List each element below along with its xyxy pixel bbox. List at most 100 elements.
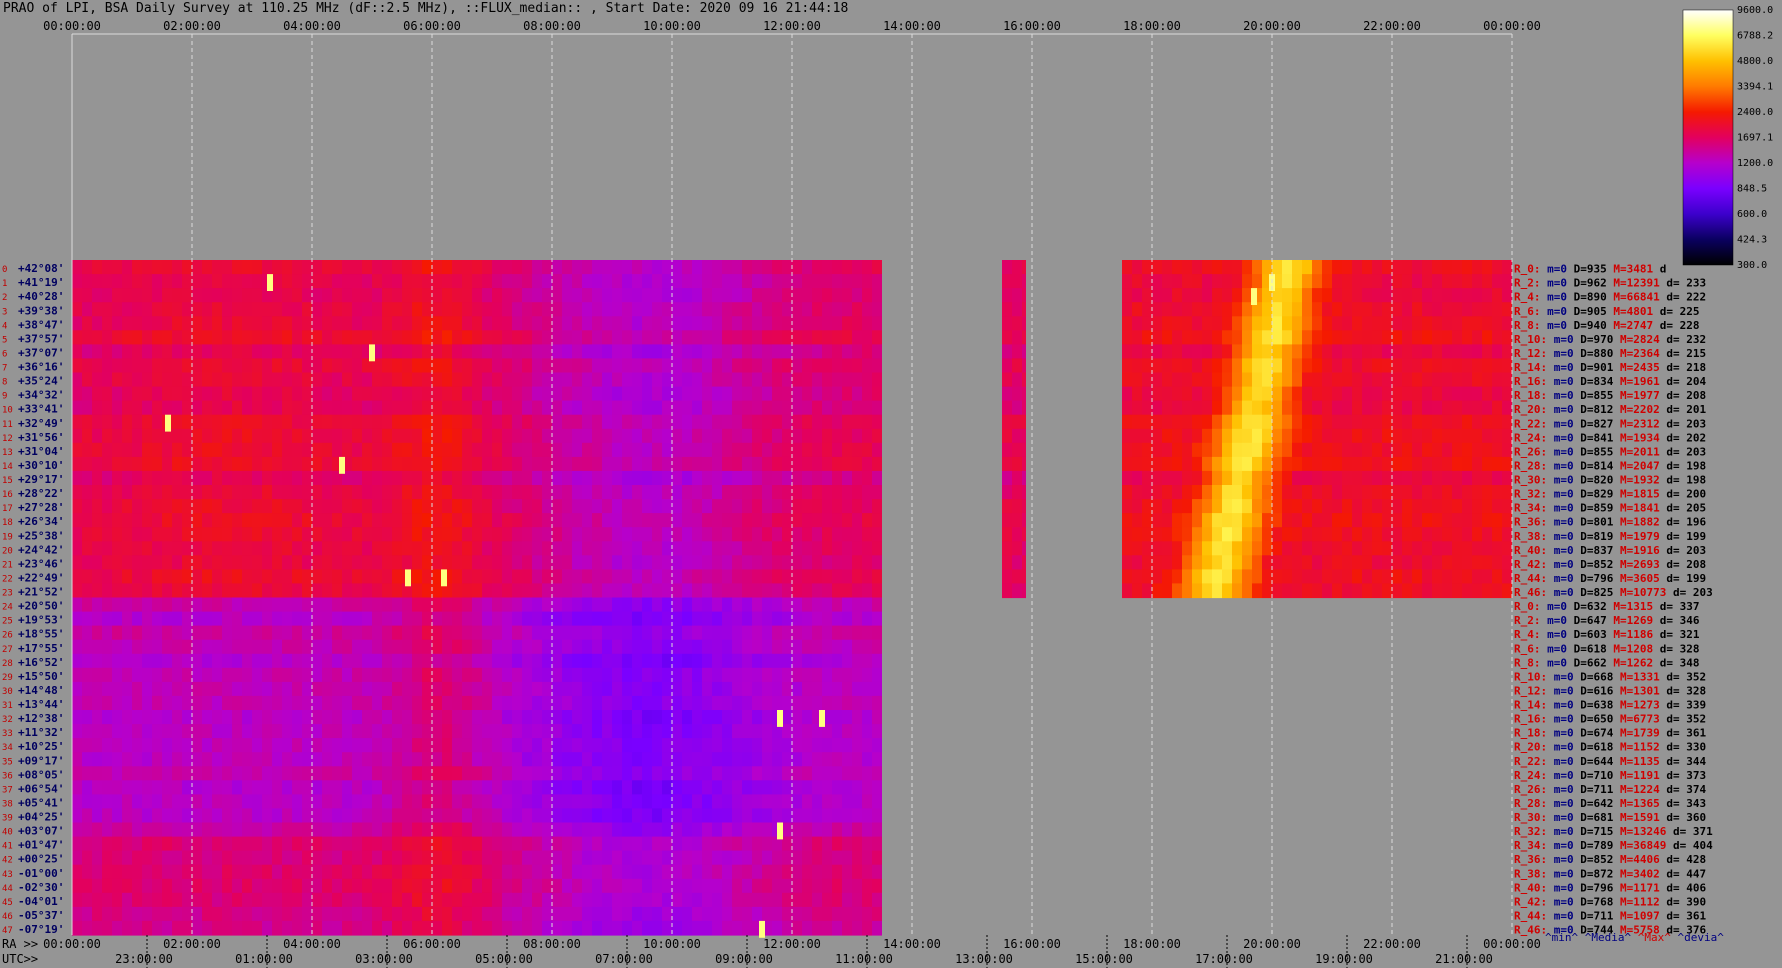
heatmap-cell [662, 274, 672, 289]
heatmap-cell [1422, 485, 1432, 500]
heatmap-cell [342, 611, 352, 627]
heatmap-cell [662, 358, 672, 374]
heatmap-cell [1302, 274, 1312, 289]
heatmap-cell [642, 260, 652, 275]
bright-source [759, 920, 765, 938]
heatmap-cell [242, 274, 252, 289]
heatmap-cell [1252, 372, 1262, 388]
heatmap-cell [1392, 428, 1402, 444]
heatmap-cell [462, 738, 472, 753]
heatmap-cell [542, 513, 552, 528]
heatmap-cell [1452, 555, 1462, 570]
heatmap-cell [462, 920, 472, 936]
heatmap-cell [842, 485, 852, 500]
heatmap-cell [422, 892, 432, 908]
heatmap-cell [622, 330, 632, 345]
heatmap-cell [482, 836, 492, 852]
heatmap-cell [622, 850, 632, 866]
heatmap-cell [1012, 470, 1022, 486]
heatmap-cell [172, 653, 182, 669]
heatmap-cell [1392, 372, 1402, 388]
heatmap-cell [552, 695, 562, 711]
heatmap-cell [1152, 316, 1162, 331]
heatmap-cell [482, 892, 492, 908]
heatmap-cell [582, 358, 592, 374]
heatmap-cell [1002, 541, 1012, 556]
heatmap-cell [252, 710, 262, 725]
heatmap-cell [502, 372, 512, 388]
heatmap-cell [382, 695, 392, 711]
heatmap-cell [492, 414, 502, 430]
heatmap-cell [382, 766, 392, 781]
heatmap-cell [722, 442, 732, 458]
heatmap-cell [232, 274, 242, 289]
heatmap-cell [862, 780, 872, 795]
heatmap-cell [222, 836, 232, 852]
heatmap-cell [472, 695, 482, 711]
heatmap-cell [642, 569, 652, 585]
heatmap-cell [302, 541, 312, 556]
heatmap-cell [842, 752, 852, 767]
heatmap-cell [602, 681, 612, 697]
heatmap-cell [352, 442, 362, 458]
heatmap-cell [242, 822, 252, 838]
heatmap-cell [1462, 456, 1472, 472]
heatmap-cell [272, 724, 282, 739]
heatmap-cell [1202, 288, 1212, 303]
heatmap-cell [462, 724, 472, 739]
heatmap-cell [702, 710, 712, 725]
heatmap-cell [1462, 555, 1472, 570]
heatmap-cell [1212, 442, 1222, 458]
heatmap-cell [622, 920, 632, 936]
heatmap-cell [792, 330, 802, 345]
heatmap-cell [1012, 499, 1022, 514]
heatmap-cell [92, 667, 102, 683]
heatmap-cell [382, 442, 392, 458]
heatmap-cell [662, 260, 672, 275]
heatmap-cell [1012, 316, 1022, 331]
heatmap-cell [472, 794, 482, 810]
heatmap-cell [842, 653, 852, 669]
heatmap-cell [222, 260, 232, 275]
heatmap-cell [782, 822, 792, 838]
heatmap-cell [442, 414, 452, 430]
heatmap-cell [1472, 428, 1482, 444]
heatmap-cell [282, 485, 292, 500]
heatmap-cell [582, 428, 592, 444]
heatmap-cell [122, 527, 132, 542]
heatmap-cell [532, 653, 542, 669]
heatmap-cell [612, 513, 622, 528]
heatmap-row [72, 738, 882, 753]
heatmap-cell [832, 892, 842, 908]
heatmap-cell [712, 892, 722, 908]
heatmap-cell [372, 470, 382, 486]
heatmap-cell [1442, 456, 1452, 472]
heatmap-cell [462, 794, 472, 810]
heatmap-cell [642, 625, 652, 641]
heatmap-cell [322, 822, 332, 838]
heatmap-cell [302, 639, 312, 655]
heatmap-cell [1412, 527, 1422, 542]
heatmap-cell [572, 316, 582, 331]
heatmap-cell [1002, 442, 1012, 458]
heatmap-cell [142, 569, 152, 585]
heatmap-cell [832, 710, 842, 725]
heatmap-cell [1472, 274, 1482, 289]
heatmap-cell [412, 681, 422, 697]
heatmap-cell [702, 527, 712, 542]
heatmap-cell [582, 906, 592, 922]
heatmap-row [72, 695, 882, 711]
heatmap-cell [252, 456, 262, 472]
heatmap-cell [672, 794, 682, 810]
heatmap-cell [672, 569, 682, 585]
heatmap-cell [752, 878, 762, 894]
heatmap-cell [222, 569, 232, 585]
heatmap-cell [652, 780, 662, 795]
heatmap-cell [1352, 428, 1362, 444]
heatmap-cell [642, 456, 652, 472]
heatmap-cell [1292, 456, 1302, 472]
heatmap-cell [1462, 288, 1472, 303]
heatmap-cell [612, 456, 622, 472]
heatmap-cell [742, 302, 752, 317]
heatmap-cell [412, 597, 422, 613]
